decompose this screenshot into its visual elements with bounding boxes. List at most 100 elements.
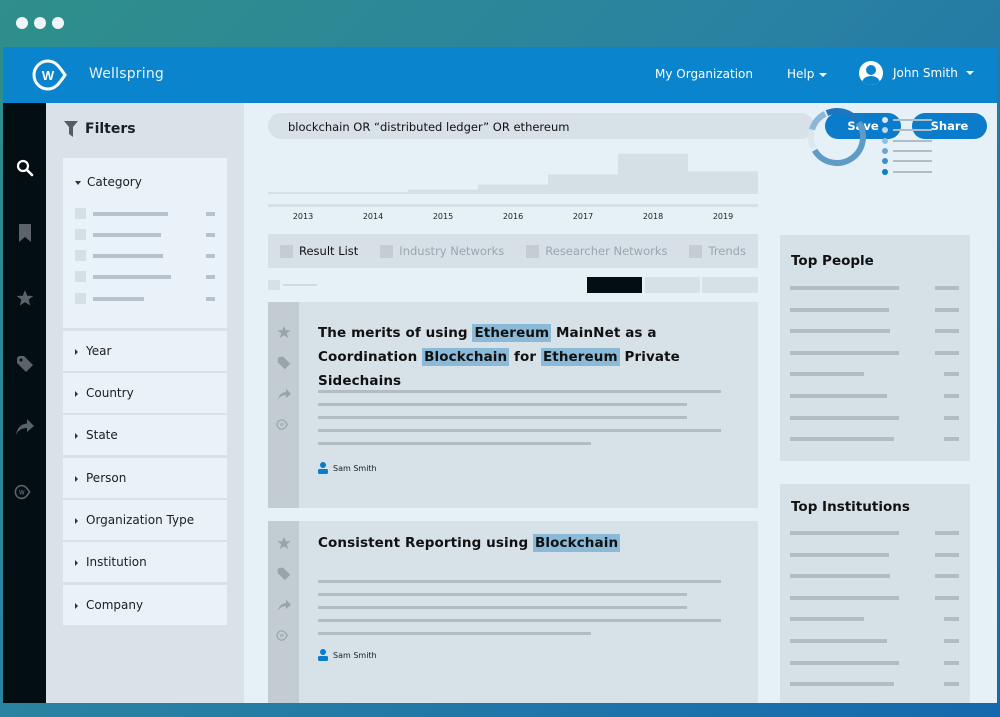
- histogram-bar[interactable]: [338, 192, 408, 194]
- tag-icon[interactable]: [14, 353, 36, 375]
- donut-segment[interactable]: [812, 114, 825, 130]
- result-title[interactable]: The merits of using Ethereum MainNet as …: [318, 321, 738, 393]
- filter-country[interactable]: Country: [63, 373, 227, 413]
- search-icon[interactable]: [14, 157, 36, 179]
- window-minimize-button[interactable]: [34, 17, 46, 29]
- legend-item[interactable]: [882, 156, 932, 166]
- ranked-item[interactable]: [790, 661, 959, 665]
- ranked-item[interactable]: [790, 308, 959, 312]
- filter-category-toggle[interactable]: Category: [75, 175, 142, 189]
- tag-icon[interactable]: [276, 566, 292, 582]
- user-menu[interactable]: John Smith: [859, 61, 974, 85]
- result-card[interactable]: W The merits of using Ethereum MainNet a…: [268, 302, 758, 508]
- legend-item[interactable]: [882, 146, 932, 156]
- nav-help-menu[interactable]: Help: [787, 67, 827, 81]
- wellspring-icon[interactable]: W: [276, 416, 292, 432]
- tag-icon[interactable]: [276, 355, 292, 371]
- category-option[interactable]: [75, 293, 215, 304]
- ranked-item[interactable]: [790, 531, 959, 535]
- histogram-bar[interactable]: [268, 192, 338, 194]
- wellspring-icon[interactable]: W: [14, 481, 36, 503]
- tab-industry-networks[interactable]: Industry Networks: [380, 244, 504, 258]
- view-toggle-option-2[interactable]: [645, 277, 700, 293]
- share-icon[interactable]: [276, 597, 292, 613]
- donut-segment[interactable]: [827, 111, 858, 121]
- snippet-line: [318, 429, 721, 432]
- category-option[interactable]: [75, 229, 215, 240]
- tab-result-list[interactable]: Result List: [280, 244, 358, 258]
- result-title[interactable]: Consistent Reporting using Blockchain: [318, 531, 738, 555]
- window-maximize-button[interactable]: [52, 17, 64, 29]
- item-count-placeholder: [935, 286, 959, 290]
- donut-segment[interactable]: [815, 123, 863, 163]
- ranked-item[interactable]: [790, 372, 959, 376]
- histogram-bar[interactable]: [478, 185, 548, 194]
- category-option[interactable]: [75, 208, 215, 219]
- snippet-line: [318, 442, 591, 445]
- item-name-placeholder: [790, 639, 887, 643]
- category-donut-chart[interactable]: [805, 105, 869, 169]
- nav-my-organization[interactable]: My Organization: [655, 67, 753, 81]
- ranked-item[interactable]: [790, 329, 959, 333]
- share-icon[interactable]: [276, 386, 292, 402]
- item-count-placeholder: [944, 682, 959, 686]
- donut-segment[interactable]: [811, 131, 814, 148]
- checkbox[interactable]: [75, 250, 86, 261]
- filter-person[interactable]: Person: [63, 458, 227, 498]
- filter-institution[interactable]: Institution: [63, 542, 227, 582]
- legend-item[interactable]: [882, 166, 932, 176]
- filter-year[interactable]: Year: [63, 331, 227, 371]
- result-author[interactable]: Sam Smith: [318, 462, 377, 474]
- histogram-bar[interactable]: [548, 175, 618, 194]
- checkbox[interactable]: [75, 229, 86, 240]
- legend-swatch: [882, 117, 888, 123]
- top-institutions-panel: Top Institutions: [780, 484, 970, 703]
- view-toggle-option-3[interactable]: [702, 277, 758, 293]
- result-card[interactable]: W Consistent Reporting using Blockchain …: [268, 521, 758, 703]
- ranked-item[interactable]: [790, 437, 959, 441]
- filter-company[interactable]: Company: [63, 585, 227, 625]
- ranked-item[interactable]: [790, 574, 959, 578]
- ranked-item[interactable]: [790, 286, 959, 290]
- ranked-item[interactable]: [790, 394, 959, 398]
- histogram-bar[interactable]: [408, 190, 478, 194]
- category-option[interactable]: [75, 271, 215, 282]
- tab-trends[interactable]: Trends: [689, 244, 745, 258]
- ranked-item[interactable]: [790, 351, 959, 355]
- search-input[interactable]: blockchain OR “distributed ledger” OR et…: [268, 113, 814, 139]
- result-author[interactable]: Sam Smith: [318, 649, 377, 661]
- histogram-bar[interactable]: [688, 171, 758, 194]
- legend-item[interactable]: [882, 125, 932, 135]
- ranked-item[interactable]: [790, 639, 959, 643]
- select-all-checkbox[interactable]: [268, 280, 280, 290]
- wellspring-logo-icon[interactable]: W: [31, 58, 79, 92]
- tab-researcher-networks[interactable]: Researcher Networks: [526, 244, 667, 258]
- publications-histogram[interactable]: 2013201420152016201720182019: [268, 149, 758, 223]
- star-icon[interactable]: [276, 535, 292, 551]
- bookmark-icon[interactable]: [14, 222, 36, 244]
- legend-item[interactable]: [882, 115, 932, 125]
- star-icon[interactable]: [276, 324, 292, 340]
- ranked-item[interactable]: [790, 596, 959, 600]
- ranked-item[interactable]: [790, 553, 959, 557]
- share-icon[interactable]: [14, 416, 36, 438]
- ranked-item[interactable]: [790, 682, 959, 686]
- window-close-button[interactable]: [16, 17, 28, 29]
- filter-state[interactable]: State: [63, 415, 227, 455]
- category-option[interactable]: [75, 250, 215, 261]
- checkbox[interactable]: [75, 208, 86, 219]
- checkbox[interactable]: [75, 271, 86, 282]
- checkbox[interactable]: [75, 293, 86, 304]
- wellspring-icon[interactable]: W: [276, 627, 292, 643]
- legend-item[interactable]: [882, 136, 932, 146]
- star-icon[interactable]: [14, 287, 36, 309]
- brand-name[interactable]: Wellspring: [89, 66, 164, 82]
- person-icon: [318, 649, 328, 661]
- ranked-item[interactable]: [790, 416, 959, 420]
- view-toggle-option-1[interactable]: [587, 277, 642, 293]
- histogram-bar[interactable]: [618, 154, 688, 194]
- user-name: John Smith: [893, 66, 958, 80]
- window-controls: [16, 17, 64, 29]
- ranked-item[interactable]: [790, 617, 959, 621]
- filter-organization-type[interactable]: Organization Type: [63, 500, 227, 540]
